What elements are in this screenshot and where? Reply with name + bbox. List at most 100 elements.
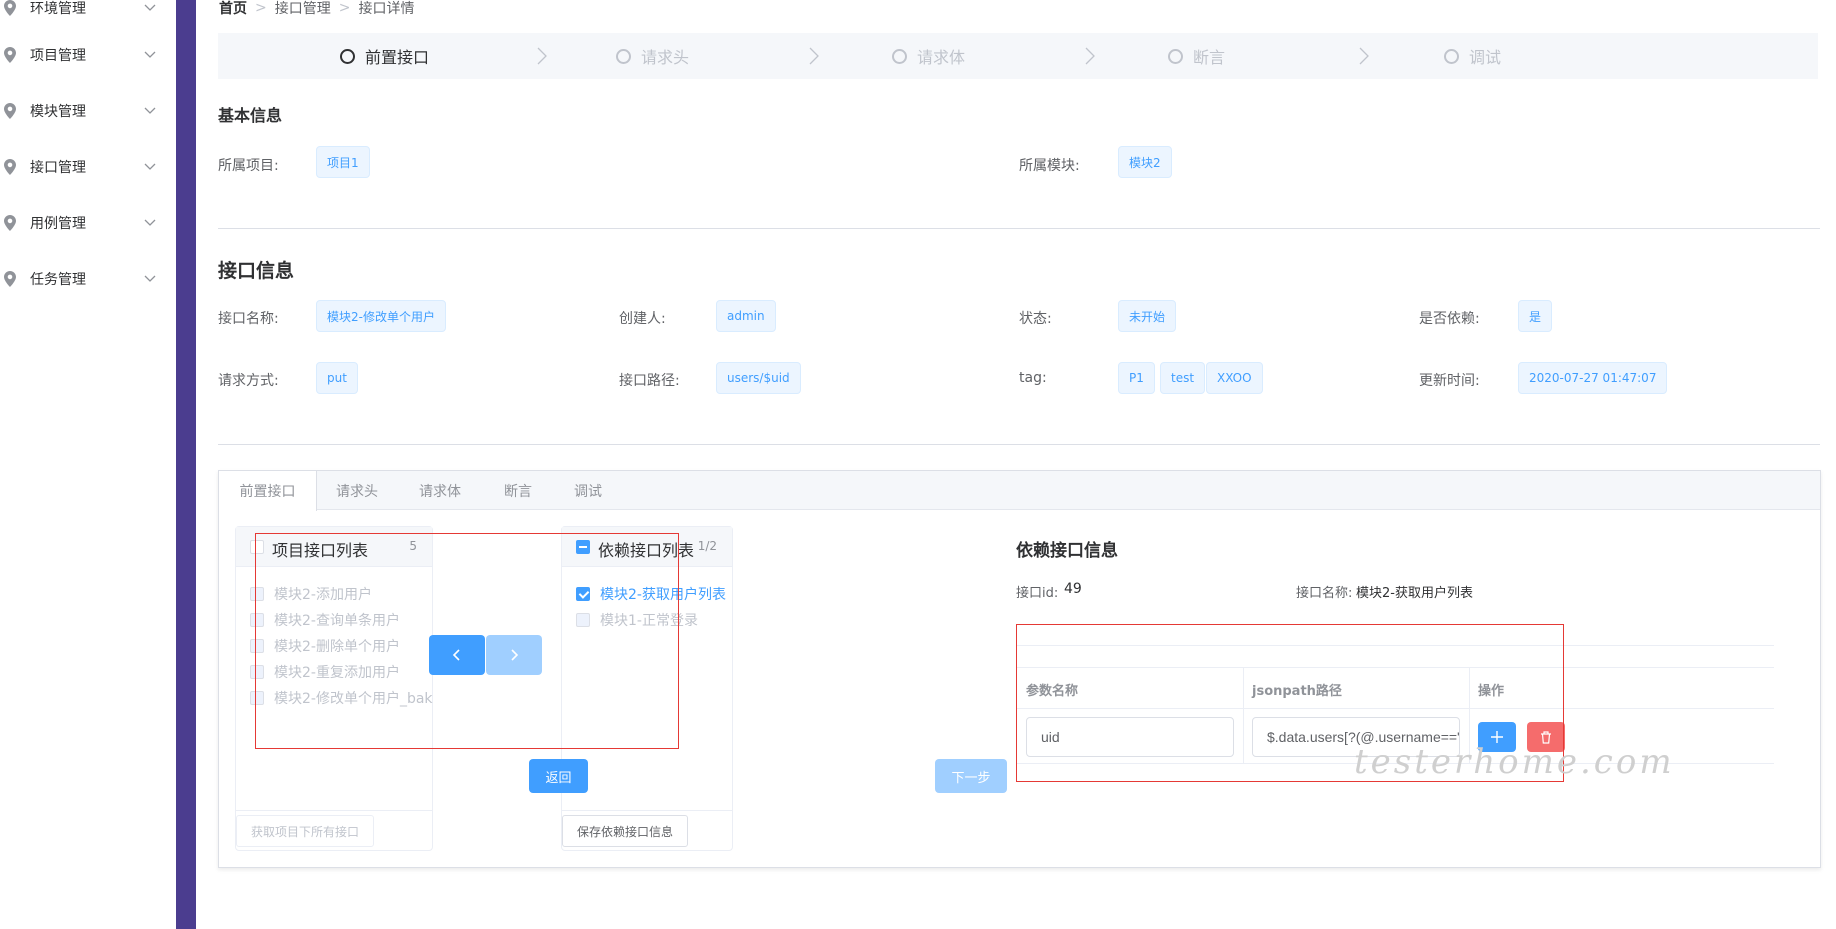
select-all-checkbox[interactable] bbox=[250, 540, 264, 554]
table-header-top bbox=[1017, 667, 1774, 668]
tab-debug[interactable]: 调试 bbox=[553, 471, 623, 510]
depend-label: 是否依赖: bbox=[1419, 311, 1480, 327]
tab-assert[interactable]: 断言 bbox=[483, 471, 553, 510]
list-item[interactable]: 模块1-正常登录 bbox=[576, 605, 698, 635]
module-label: 所属模块: bbox=[1019, 158, 1080, 174]
sidebar-item-case[interactable]: 用例管理 bbox=[0, 195, 176, 251]
chevron-down-icon bbox=[144, 275, 156, 282]
list-item[interactable]: 模块2-修改单个用户_bak bbox=[250, 683, 433, 713]
checkbox[interactable] bbox=[250, 691, 264, 705]
breadcrumb-api-manage[interactable]: 接口管理 bbox=[275, 0, 331, 18]
breadcrumb-home[interactable]: 首页 bbox=[219, 0, 247, 18]
checkbox[interactable] bbox=[576, 613, 590, 627]
step-pre-api[interactable]: 前置接口 bbox=[340, 33, 429, 79]
api-name-label: 接口名称: bbox=[218, 311, 279, 327]
checkbox[interactable] bbox=[250, 613, 264, 627]
column-header-param: 参数名称 bbox=[1026, 684, 1079, 699]
column-header-actions: 操作 bbox=[1478, 684, 1505, 699]
back-button[interactable]: 返回 bbox=[529, 759, 588, 793]
sidebar-item-label: 环境管理 bbox=[30, 1, 86, 17]
project-api-list-panel: 项目接口列表 5 模块2-添加用户 模块2-查询单条用户 模块2-删除单个用户 … bbox=[235, 526, 433, 851]
move-left-button[interactable] bbox=[429, 635, 485, 675]
tab-headers[interactable]: 请求头 bbox=[317, 471, 397, 510]
tab-bar: 前置接口 请求头 请求体 断言 调试 bbox=[219, 471, 1820, 511]
location-pin-icon bbox=[4, 0, 16, 16]
sidebar-item-label: 用例管理 bbox=[30, 216, 86, 232]
panel-footer: 获取项目下所有接口 bbox=[236, 810, 432, 850]
location-pin-icon bbox=[4, 103, 16, 119]
step-circle-icon bbox=[1168, 48, 1183, 64]
list-item-label: 模块2-重复添加用户 bbox=[274, 665, 400, 681]
chevron-right-icon bbox=[1085, 47, 1095, 65]
list-item-label: 模块2-查询单条用户 bbox=[274, 613, 400, 629]
tag-item: P1 bbox=[1118, 362, 1155, 394]
chevron-down-icon bbox=[144, 51, 156, 58]
tab-body[interactable]: 请求体 bbox=[397, 471, 483, 510]
fetch-all-apis-button[interactable]: 获取项目下所有接口 bbox=[236, 815, 375, 847]
chevron-down-icon bbox=[144, 4, 156, 11]
checkbox[interactable] bbox=[576, 587, 590, 601]
tab-card: 前置接口 请求头 请求体 断言 调试 项目接口列表 5 模块2-添加用户 模块2… bbox=[218, 470, 1821, 868]
chevron-right-icon bbox=[511, 649, 519, 661]
list-item-label: 模块2-添加用户 bbox=[274, 587, 372, 603]
method-label: 请求方式: bbox=[218, 373, 279, 389]
sidebar-item-api[interactable]: 接口管理 bbox=[0, 139, 176, 195]
tab-pre-api[interactable]: 前置接口 bbox=[219, 471, 317, 511]
steps-bar: 前置接口 请求头 请求体 断言 调试 bbox=[218, 33, 1818, 79]
step-circle-icon bbox=[616, 48, 631, 64]
step-headers[interactable]: 请求头 bbox=[616, 33, 689, 79]
tag-item: test bbox=[1160, 362, 1206, 394]
checkbox[interactable] bbox=[250, 665, 264, 679]
move-right-button[interactable] bbox=[486, 635, 542, 675]
step-debug[interactable]: 调试 bbox=[1444, 33, 1501, 79]
chevron-down-icon bbox=[144, 163, 156, 170]
chevron-right-icon bbox=[809, 47, 819, 65]
panel-footer: 保存依赖接口信息 bbox=[562, 810, 732, 850]
sidebar-item-label: 项目管理 bbox=[30, 48, 86, 64]
select-all-checkbox[interactable] bbox=[576, 540, 590, 554]
step-circle-icon bbox=[892, 48, 907, 64]
module-tag: 模块2 bbox=[1118, 146, 1172, 178]
creator-tag: admin bbox=[716, 300, 776, 332]
breadcrumb-separator: > bbox=[255, 0, 267, 16]
step-assert[interactable]: 断言 bbox=[1168, 33, 1225, 79]
param-name-input[interactable]: uid bbox=[1026, 717, 1234, 757]
sidebar-item-project[interactable]: 项目管理 bbox=[0, 27, 176, 83]
location-pin-icon bbox=[4, 159, 16, 175]
depend-id-label: 接口id: bbox=[1016, 586, 1059, 601]
save-depend-button[interactable]: 保存依赖接口信息 bbox=[562, 815, 689, 847]
step-label: 请求体 bbox=[917, 48, 966, 67]
depend-info-title: 依赖接口信息 bbox=[1016, 541, 1118, 561]
panel-count: 1/2 bbox=[697, 539, 717, 553]
path-label: 接口路径: bbox=[619, 373, 680, 389]
step-body[interactable]: 请求体 bbox=[892, 33, 965, 79]
checkbox[interactable] bbox=[250, 639, 264, 653]
table-border bbox=[1017, 645, 1774, 646]
panel-count: 5 bbox=[409, 539, 417, 553]
tag-item: XXOO bbox=[1206, 362, 1263, 394]
project-label: 所属项目: bbox=[218, 158, 279, 174]
sidebar-item-task[interactable]: 任务管理 bbox=[0, 251, 176, 307]
path-tag: users/$uid bbox=[716, 362, 801, 394]
sidebar-item-module[interactable]: 模块管理 bbox=[0, 83, 176, 139]
location-pin-icon bbox=[4, 271, 16, 287]
method-tag: put bbox=[316, 362, 358, 394]
breadcrumb-separator: > bbox=[338, 0, 351, 16]
sidebar: 环境管理 项目管理 模块管理 接口管理 用例管理 任务管理 bbox=[0, 0, 176, 929]
creator-label: 创建人: bbox=[619, 311, 666, 327]
basic-info-title: 基本信息 bbox=[218, 106, 283, 125]
location-pin-icon bbox=[4, 47, 16, 63]
project-tag: 项目1 bbox=[316, 146, 370, 178]
column-header-jsonpath: jsonpath路径 bbox=[1252, 684, 1342, 699]
list-item-label: 模块2-修改单个用户_bak bbox=[274, 691, 433, 707]
list-item-label: 模块2-删除单个用户 bbox=[274, 639, 400, 655]
checkbox[interactable] bbox=[250, 587, 264, 601]
chevron-right-icon bbox=[537, 47, 547, 65]
updated-label: 更新时间: bbox=[1419, 373, 1480, 389]
sidebar-divider bbox=[176, 0, 196, 929]
step-label: 请求头 bbox=[641, 48, 690, 67]
next-step-button[interactable]: 下一步 bbox=[935, 759, 1007, 793]
depend-id-value: 49 bbox=[1064, 581, 1082, 597]
divider bbox=[218, 228, 1820, 229]
table-header-bottom bbox=[1017, 708, 1774, 709]
